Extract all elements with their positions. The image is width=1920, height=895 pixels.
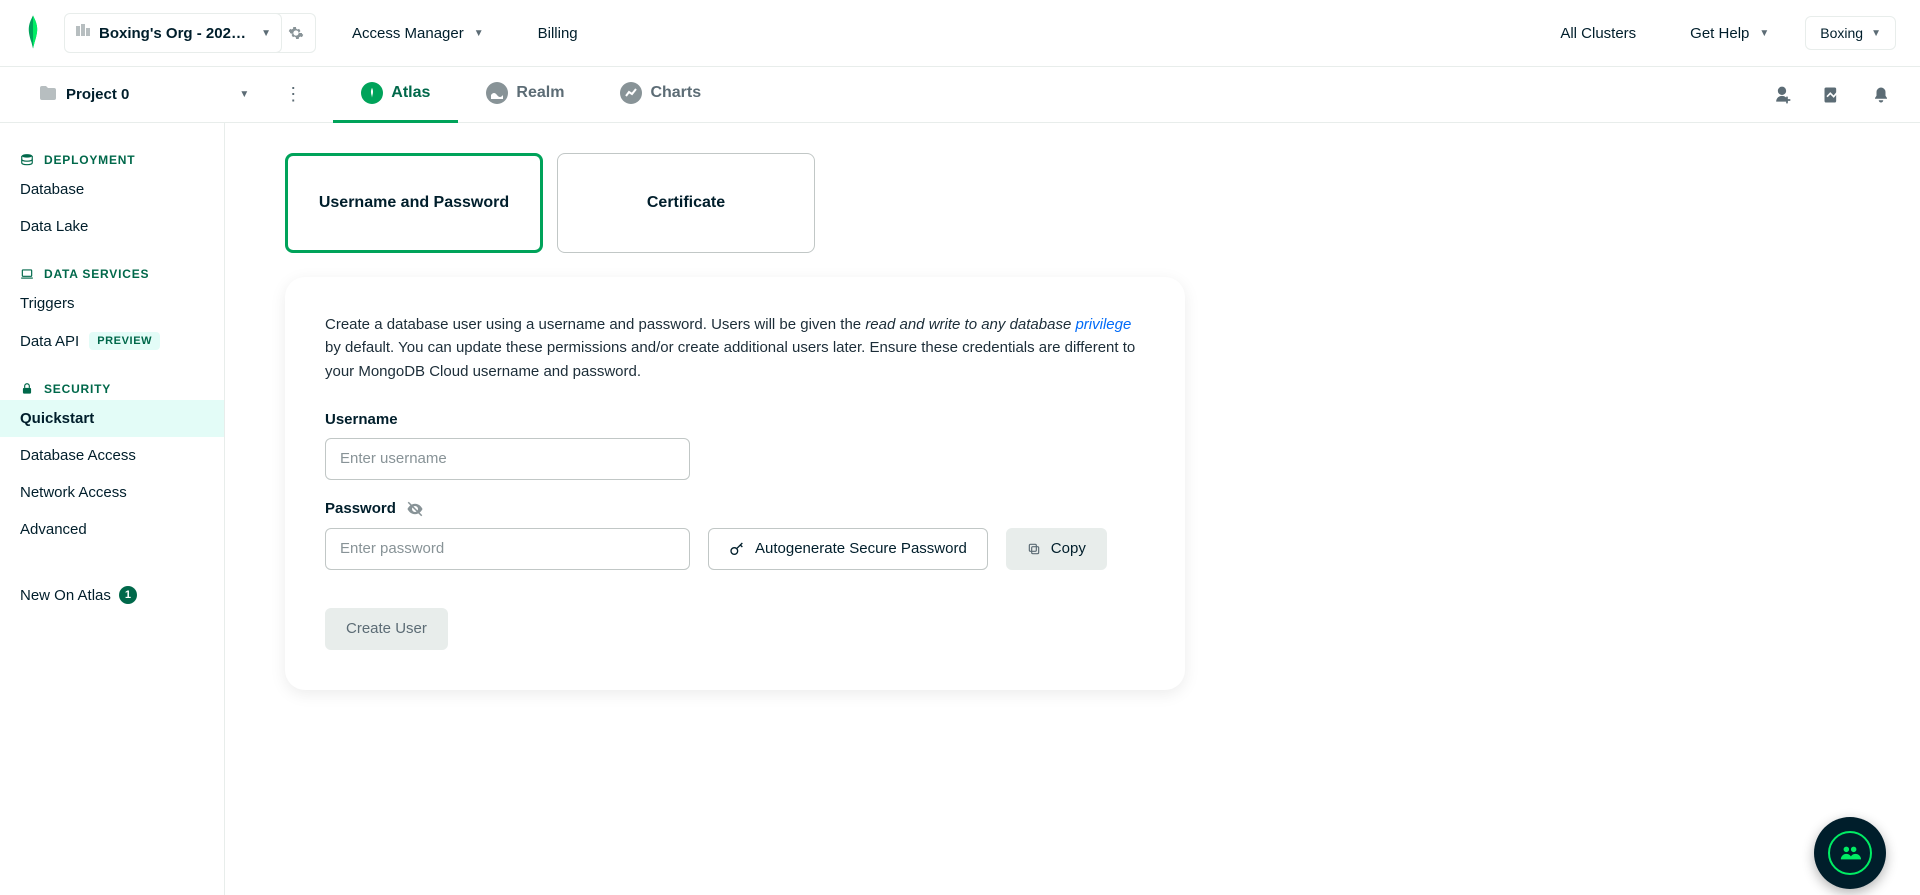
org-name: Boxing's Org - 2022-… [99,25,253,42]
org-selector[interactable]: Boxing's Org - 2022-… ▼ [64,13,282,53]
sidebar-item-triggers[interactable]: Triggers [0,285,224,322]
auth-option-certificate[interactable]: Certificate [557,153,815,253]
sidebar-item-database-access[interactable]: Database Access [0,437,224,474]
sidebar-item-network-access[interactable]: Network Access [0,474,224,511]
auth-option-username-password[interactable]: Username and Password [285,153,543,253]
new-count-badge: 1 [119,586,137,604]
preview-badge: PREVIEW [89,332,160,350]
activity-feed-icon[interactable] [1822,85,1842,105]
atlas-icon [361,82,383,104]
create-user-panel: Create a database user using a username … [285,277,1185,690]
sidebar-item-data-lake[interactable]: Data Lake [0,208,224,245]
user-menu[interactable]: Boxing ▼ [1805,16,1896,50]
org-settings-button[interactable] [276,13,316,53]
laptop-icon [20,267,34,281]
support-fab[interactable] [1814,817,1886,889]
billing-link[interactable]: Billing [520,13,596,53]
autogenerate-password-button[interactable]: Autogenerate Secure Password [708,528,988,570]
caret-down-icon: ▼ [474,28,484,39]
username-label: Username [325,411,1145,428]
get-help-menu[interactable]: Get Help ▼ [1672,13,1787,53]
sidebar-section-deployment: DEPLOYMENT [0,153,224,167]
sidebar-section-security: SECURITY [0,382,224,396]
caret-down-icon: ▼ [239,89,249,100]
project-name: Project 0 [66,86,129,103]
panel-description: Create a database user using a username … [325,313,1145,383]
key-icon [729,541,745,557]
charts-icon [620,82,642,104]
sidebar-item-advanced[interactable]: Advanced [0,511,224,548]
realm-icon [486,82,508,104]
caret-down-icon: ▼ [1759,28,1769,39]
sidebar-item-database[interactable]: Database [0,171,224,208]
folder-icon [40,86,56,104]
project-actions-menu[interactable]: ⋮ [279,84,307,105]
sidebar-item-new-on-atlas[interactable]: New On Atlas 1 [0,576,224,614]
invite-user-icon[interactable] [1772,85,1792,105]
sidebar-section-data-services: DATA SERVICES [0,267,224,281]
support-icon [1828,831,1872,875]
tab-realm[interactable]: Realm [458,67,592,123]
lock-icon [20,382,34,396]
username-input[interactable] [325,438,690,480]
deployment-icon [20,153,34,167]
org-icon [75,23,91,43]
caret-down-icon: ▼ [261,28,271,39]
sidebar-item-quickstart[interactable]: Quickstart [0,400,224,437]
access-manager-menu[interactable]: Access Manager ▼ [334,13,502,53]
eye-off-icon[interactable] [406,500,424,518]
privilege-link[interactable]: privilege [1075,316,1131,333]
tab-atlas[interactable]: Atlas [333,67,458,123]
sidebar-item-data-api[interactable]: Data API PREVIEW [0,322,224,360]
copy-password-button[interactable]: Copy [1006,528,1107,570]
project-selector[interactable]: Project 0 ▼ [40,86,267,104]
create-user-button[interactable]: Create User [325,608,448,650]
caret-down-icon: ▼ [1871,28,1881,39]
bell-icon[interactable] [1872,85,1890,105]
copy-icon [1027,542,1041,556]
mongodb-leaf-logo[interactable] [24,14,64,53]
password-input[interactable] [325,528,690,570]
tab-charts[interactable]: Charts [592,67,729,123]
gear-icon [288,25,304,41]
password-label: Password [325,500,1145,518]
all-clusters-link[interactable]: All Clusters [1542,13,1654,53]
